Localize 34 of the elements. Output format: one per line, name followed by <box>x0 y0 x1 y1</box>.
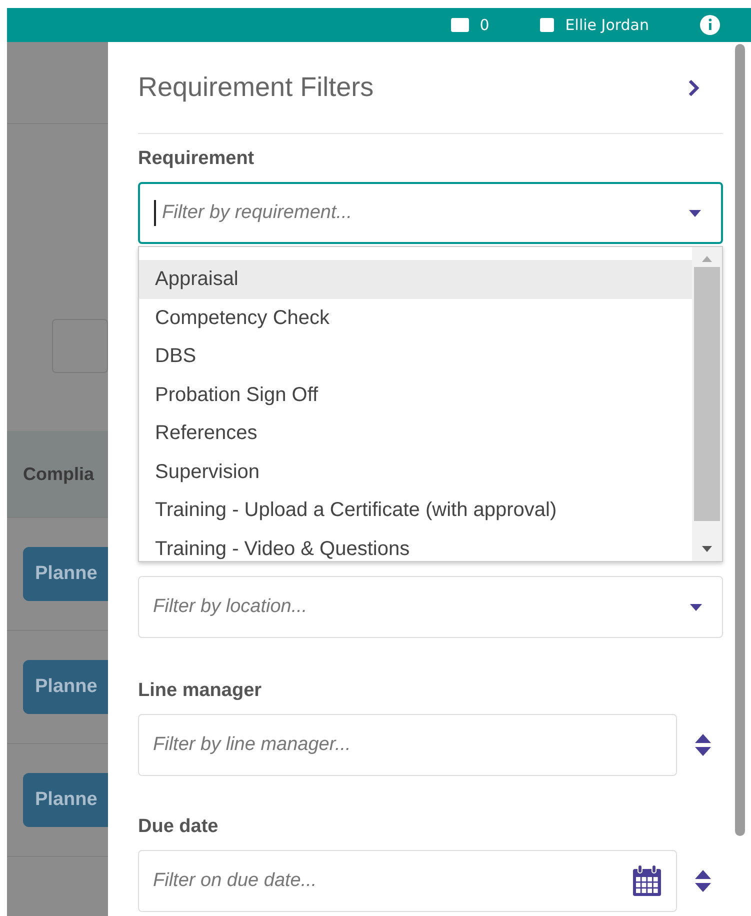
filter-label: Requirement <box>138 148 256 170</box>
dropdown-option[interactable]: Probation Sign Off <box>139 376 692 414</box>
dropdown-field[interactable]: Filter by requirement... <box>138 182 723 244</box>
status-button[interactable]: Planne <box>23 547 108 601</box>
dropdown-arrow-icon[interactable] <box>690 604 702 610</box>
dropdown-option[interactable]: Supervision <box>139 452 692 491</box>
column-header: Complia <box>23 464 94 484</box>
dropdown-option[interactable]: DBS <box>139 337 692 376</box>
dropdown-option[interactable]: Training - Video & Questions <box>139 530 692 561</box>
inbox-icon[interactable] <box>450 17 470 33</box>
text-field[interactable]: Filter by line manager... <box>138 714 677 776</box>
dropdown-option[interactable]: Appraisal <box>139 260 692 298</box>
help-icon[interactable] <box>699 14 721 36</box>
dropdown-option[interactable]: Competency Check <box>139 298 692 337</box>
dropdown-option[interactable]: Training - Upload a Certificate (with approval) <box>139 491 692 530</box>
user-name[interactable]: Ellie Jordan <box>565 16 649 34</box>
filter-label: Due date <box>138 816 220 838</box>
user-icon[interactable] <box>539 17 556 33</box>
calendar-icon[interactable] <box>632 865 662 897</box>
sort-icon[interactable] <box>693 732 713 758</box>
status-button[interactable]: Planne <box>23 660 108 714</box>
dropdown-arrow-icon[interactable] <box>689 210 701 216</box>
panel-title: Requirement Filters <box>138 72 374 103</box>
chevron-right-icon[interactable] <box>687 78 701 98</box>
filter-label: Line manager <box>138 680 263 702</box>
list-scrollbar[interactable] <box>692 247 722 561</box>
status-button[interactable]: Planne <box>23 773 108 827</box>
scroll-down-arrow-icon[interactable] <box>701 545 713 553</box>
date-field[interactable]: Filter on due date... <box>138 850 677 912</box>
dropdown-option[interactable]: References <box>139 414 692 452</box>
sort-icon[interactable] <box>693 868 713 894</box>
notification-count: 0 <box>480 16 490 34</box>
background-field <box>52 319 108 373</box>
dropdown-field[interactable]: Filter by location... <box>138 576 723 638</box>
